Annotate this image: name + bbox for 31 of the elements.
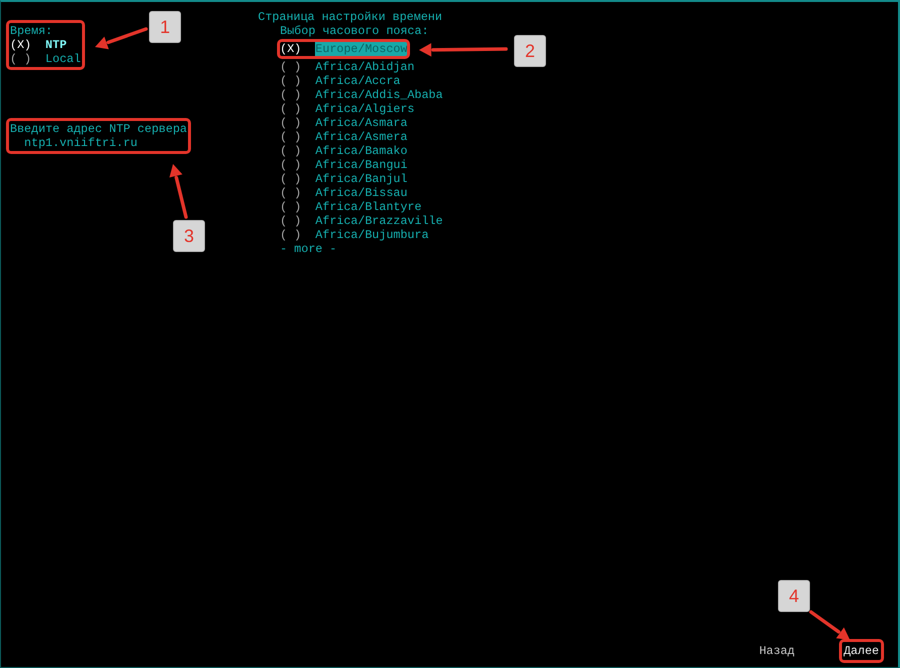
- radio-option[interactable]: ( ) Africa/Bissau: [280, 186, 408, 200]
- more-indicator: - more -: [280, 242, 337, 256]
- radio-option[interactable]: ( ) Africa/Brazzaville: [280, 214, 443, 228]
- radio-option[interactable]: ( ) Africa/Abidjan: [280, 60, 415, 74]
- radio-option[interactable]: ( ) Africa/Asmara: [280, 116, 408, 130]
- radio-option[interactable]: ( ) Africa/Blantyre: [280, 200, 422, 214]
- field-label: Введите адрес NTP сервера: [10, 122, 187, 136]
- callout-number: 4: [778, 580, 810, 612]
- highlight-frame: [838, 639, 884, 663]
- section-label: Время:: [10, 24, 52, 38]
- arrow: [169, 164, 188, 219]
- radio-option[interactable]: ( ) Africa/Bangui: [280, 158, 408, 172]
- radio-option[interactable]: ( ) Africa/Banjul: [280, 172, 408, 186]
- radio-option[interactable]: ( ) Africa/Bujumbura: [280, 228, 429, 242]
- arrow: [95, 27, 148, 50]
- radio-option[interactable]: ( ) Africa/Bamako: [280, 144, 408, 158]
- radio-option[interactable]: ( ) Africa/Asmera: [280, 130, 408, 144]
- radio-option[interactable]: ( ) Africa/Algiers: [280, 102, 415, 116]
- radio-option[interactable]: (X) NTP: [10, 38, 67, 52]
- radio-option[interactable]: ( ) Africa/Addis_Ababa: [280, 88, 443, 102]
- callout-number: 3: [173, 220, 205, 252]
- next-button[interactable]: Далее: [844, 644, 879, 658]
- radio-option[interactable]: ( ) Africa/Accra: [280, 74, 400, 88]
- section-label: Выбор часового пояса:: [280, 24, 429, 38]
- callout-number: 2: [514, 35, 546, 67]
- callout-number: 1: [149, 11, 181, 43]
- server-address-field[interactable]: ntp1.vniiftri.ru: [24, 136, 138, 150]
- radio-option[interactable]: ( ) Local: [10, 52, 81, 66]
- page-title: Страница настройки времени: [258, 10, 442, 24]
- back-button[interactable]: Назад: [759, 644, 795, 658]
- arrow: [809, 610, 850, 640]
